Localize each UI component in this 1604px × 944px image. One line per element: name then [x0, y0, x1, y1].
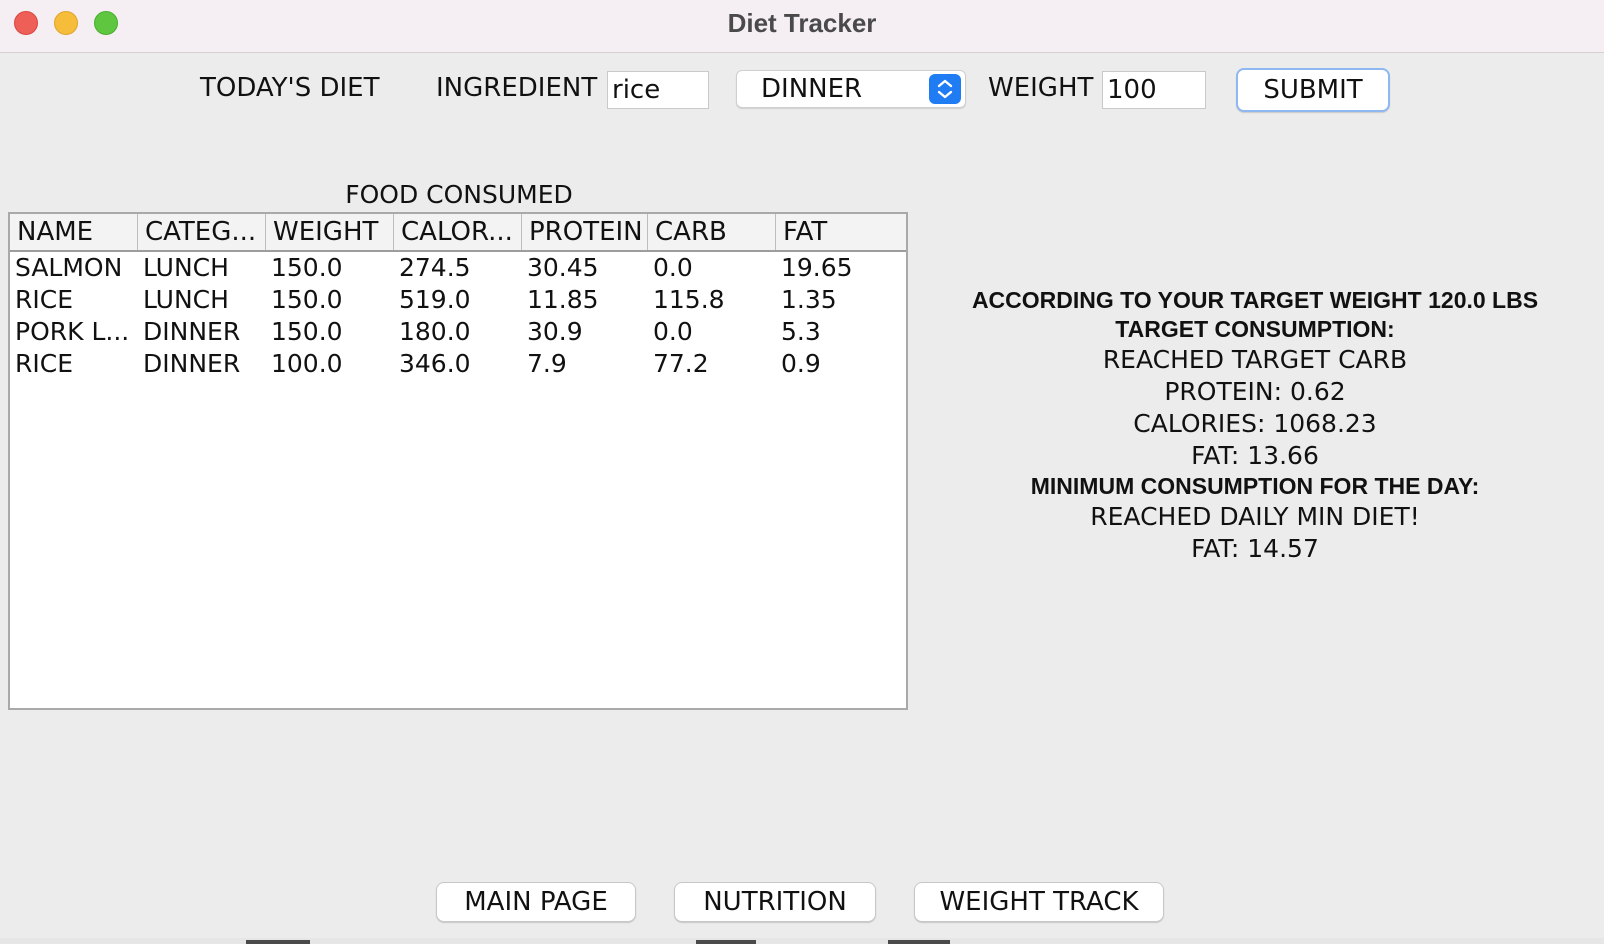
cell-calories: 274.5 — [399, 253, 471, 282]
table-row[interactable]: RICE LUNCH 150.0 519.0 11.85 115.8 1.35 — [10, 284, 906, 316]
ingredient-input[interactable] — [607, 71, 709, 109]
minimum-line: REACHED DAILY MIN DIET! — [1090, 502, 1420, 531]
target-line: REACHED TARGET CARB — [1102, 345, 1408, 374]
meal-select-value: DINNER — [761, 74, 863, 104]
cell-fat: 5.3 — [781, 317, 821, 346]
table-row[interactable]: SALMON LUNCH 150.0 274.5 30.45 0.0 19.65 — [10, 252, 906, 284]
column-header-protein[interactable]: PROTEIN — [522, 214, 648, 250]
column-header-weight[interactable]: WEIGHT — [266, 214, 394, 250]
weight-input[interactable] — [1102, 71, 1206, 109]
cell-name: SALMON — [15, 253, 123, 282]
minimum-consumption-heading: MINIMUM CONSUMPTION FOR THE DAY: — [1030, 473, 1480, 499]
target-line: CALORIES: 1068.23 — [1133, 409, 1377, 438]
column-header-calories[interactable]: CALOR... — [394, 214, 522, 250]
cell-category: LUNCH — [143, 253, 229, 282]
cell-weight: 100.0 — [271, 349, 343, 378]
title-bar: Diet Tracker — [0, 0, 1604, 53]
cell-protein: 7.9 — [527, 349, 567, 378]
cell-fat: 19.65 — [781, 253, 853, 282]
cell-carb: 115.8 — [653, 285, 725, 314]
bottom-edge-segment — [246, 940, 310, 944]
table-row[interactable]: PORK L... DINNER 150.0 180.0 30.9 0.0 5.… — [10, 316, 906, 348]
target-weight-heading: ACCORDING TO YOUR TARGET WEIGHT 120.0 LB… — [971, 287, 1539, 313]
cell-protein: 11.85 — [527, 285, 599, 314]
consumption-summary: ACCORDING TO YOUR TARGET WEIGHT 120.0 LB… — [920, 286, 1590, 565]
weight-track-button[interactable]: WEIGHT TRACK — [914, 882, 1164, 922]
target-line: PROTEIN: 0.62 — [1164, 377, 1346, 406]
cell-protein: 30.9 — [527, 317, 583, 346]
food-consumed-table[interactable]: NAME CATEG... WEIGHT CALOR... PROTEIN CA… — [8, 212, 908, 710]
ingredient-label: INGREDIENT — [436, 73, 598, 103]
column-header-fat[interactable]: FAT — [776, 214, 906, 250]
cell-calories: 180.0 — [399, 317, 471, 346]
todays-diet-label: TODAY'S DIET — [200, 73, 380, 103]
cell-category: DINNER — [143, 349, 241, 378]
target-consumption-heading: TARGET CONSUMPTION: — [1115, 316, 1395, 342]
cell-carb: 0.0 — [653, 317, 693, 346]
diet-tracker-window: Diet Tracker TODAY'S DIET INGREDIENT DIN… — [0, 0, 1604, 944]
table-row[interactable]: RICE DINNER 100.0 346.0 7.9 77.2 0.9 — [10, 348, 906, 380]
submit-button[interactable]: SUBMIT — [1236, 68, 1390, 112]
column-header-name[interactable]: NAME — [10, 214, 138, 250]
cell-fat: 0.9 — [781, 349, 821, 378]
cell-carb: 0.0 — [653, 253, 693, 282]
cell-category: DINNER — [143, 317, 241, 346]
cell-calories: 346.0 — [399, 349, 471, 378]
main-page-button[interactable]: MAIN PAGE — [436, 882, 636, 922]
minimum-line: FAT: 14.57 — [1191, 534, 1319, 563]
cell-name: RICE — [15, 285, 73, 314]
cell-calories: 519.0 — [399, 285, 471, 314]
table-header: NAME CATEG... WEIGHT CALOR... PROTEIN CA… — [10, 214, 906, 252]
cell-weight: 150.0 — [271, 317, 343, 346]
cell-carb: 77.2 — [653, 349, 709, 378]
meal-select[interactable]: DINNER — [736, 70, 966, 108]
bottom-edge-segment — [696, 940, 756, 944]
column-header-carb[interactable]: CARB — [648, 214, 776, 250]
cell-fat: 1.35 — [781, 285, 837, 314]
window-bottom-edge — [0, 938, 1604, 944]
bottom-edge-segment — [888, 940, 950, 944]
cell-name: RICE — [15, 349, 73, 378]
cell-name: PORK L... — [15, 317, 130, 346]
target-line: FAT: 13.66 — [1191, 441, 1319, 470]
cell-weight: 150.0 — [271, 253, 343, 282]
food-consumed-title: FOOD CONSUMED — [345, 180, 573, 209]
nutrition-button[interactable]: NUTRITION — [674, 882, 876, 922]
select-arrows-icon — [929, 74, 961, 104]
window-title: Diet Tracker — [727, 8, 877, 38]
column-header-category[interactable]: CATEG... — [138, 214, 266, 250]
cell-protein: 30.45 — [527, 253, 599, 282]
cell-weight: 150.0 — [271, 285, 343, 314]
table-body: SALMON LUNCH 150.0 274.5 30.45 0.0 19.65… — [10, 252, 906, 380]
cell-category: LUNCH — [143, 285, 229, 314]
weight-label: WEIGHT — [988, 73, 1094, 103]
